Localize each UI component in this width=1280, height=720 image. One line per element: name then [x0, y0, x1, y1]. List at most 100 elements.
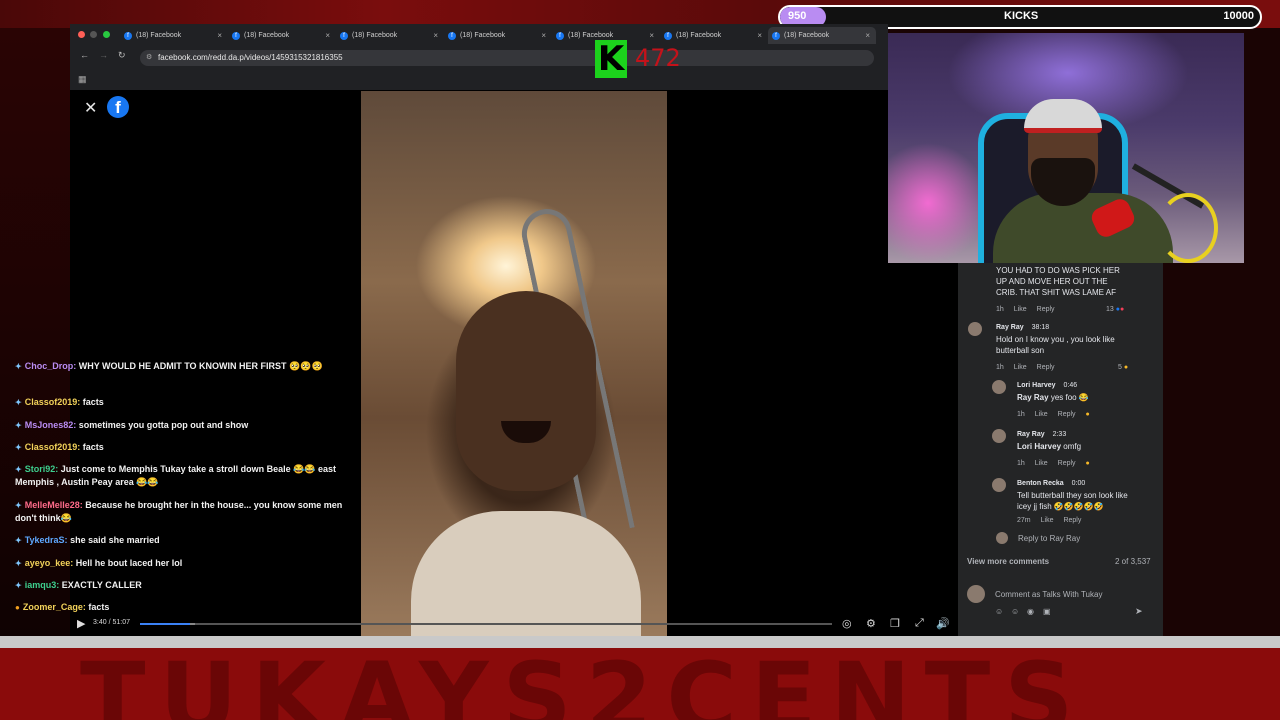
comment-actions: 27m Like Reply	[1017, 517, 1091, 524]
reply-link[interactable]: Reply	[1037, 364, 1055, 371]
avatar[interactable]	[968, 322, 982, 336]
mention[interactable]: Ray Ray	[1017, 393, 1049, 402]
avatar[interactable]	[992, 429, 1006, 443]
tab-facebook-2[interactable]: f (18) Facebook ×	[228, 27, 336, 44]
like-link[interactable]: Like	[1035, 411, 1048, 418]
back-arrow-icon[interactable]: ←	[80, 50, 89, 60]
reply-input[interactable]: Reply to Ray Ray	[1018, 534, 1080, 543]
mention[interactable]: Lori Harvey	[1017, 442, 1061, 451]
sticker-icon[interactable]: ☺	[995, 607, 1003, 616]
chat-text: Just come to Memphis Tukay take a stroll…	[15, 464, 337, 487]
haha-reaction-icon: ●	[1085, 460, 1090, 467]
gif-icon[interactable]: ▣	[1043, 607, 1051, 616]
comment-author[interactable]: Ray Ray 2:33	[1017, 431, 1066, 438]
chat-username: Choc_Drop:	[24, 361, 77, 371]
comment-author[interactable]: Ray Ray 38:18	[996, 324, 1049, 331]
reaction-count: 5 ●	[1118, 364, 1128, 371]
comment-input[interactable]: Comment as Talks With Tukay ☺ ☺ ◉ ▣ ➤	[990, 586, 1154, 622]
chat-username: Zoomer_Cage:	[22, 602, 86, 612]
window-close-dot[interactable]	[78, 31, 85, 38]
tab-facebook-4[interactable]: f (18) Facebook ×	[444, 27, 552, 44]
tab-label: (18) Facebook	[352, 32, 398, 39]
tab-facebook-active[interactable]: f (18) Facebook ×	[768, 27, 876, 44]
chat-message: ● Zoomer_Cage: facts	[15, 601, 360, 614]
comment-author[interactable]: Benton Recka 0:00	[1017, 480, 1085, 487]
facebook-favicon-icon: f	[340, 31, 348, 40]
tab-close-icon[interactable]: ×	[757, 31, 762, 40]
camera-icon[interactable]: ◉	[1027, 607, 1034, 616]
facebook-logo-icon[interactable]: f	[107, 96, 129, 118]
tab-close-icon[interactable]: ×	[217, 31, 222, 40]
haha-reaction-icon: ●	[1123, 364, 1129, 371]
picture-in-picture-icon[interactable]: ❐	[890, 617, 900, 630]
tab-close-icon[interactable]: ×	[541, 31, 546, 40]
tab-close-icon[interactable]: ×	[649, 31, 654, 40]
chat-message: ✦ TykedraS: she said she married	[15, 534, 360, 547]
comment-author[interactable]: Lori Harvey 0:46	[1017, 382, 1077, 389]
url-bar[interactable]: ⚙ facebook.com/redd.da.p/videos/14593153…	[140, 50, 874, 66]
comment-time: 1h	[996, 306, 1004, 313]
tab-label: (18) Facebook	[676, 32, 722, 39]
like-link[interactable]: Like	[1035, 460, 1048, 467]
window-zoom-dot[interactable]	[103, 31, 110, 38]
video-progress-bar[interactable]	[140, 623, 832, 625]
reply-link[interactable]: Reply	[1058, 411, 1076, 418]
chat-text: facts	[82, 442, 104, 452]
like-link[interactable]: Like	[1014, 306, 1027, 313]
kicks-current: 950	[788, 10, 807, 22]
reload-icon[interactable]: ↻	[118, 50, 126, 61]
chat-text: facts	[82, 397, 104, 407]
close-icon[interactable]: ✕	[84, 98, 97, 118]
fullscreen-icon[interactable]: ⤢	[915, 617, 924, 630]
volume-icon[interactable]: 🔊	[936, 617, 950, 630]
chat-message: ✦ Classof2019: facts	[15, 396, 360, 409]
video-frame[interactable]	[361, 91, 667, 636]
settings-gear-icon[interactable]: ⚙	[866, 617, 876, 630]
tab-facebook-3[interactable]: f (18) Facebook ×	[336, 27, 444, 44]
person-face	[456, 291, 596, 491]
chat-username: iamqu3:	[24, 580, 60, 590]
reply-link[interactable]: Reply	[1037, 306, 1055, 313]
like-link[interactable]: Like	[1041, 517, 1054, 524]
chat-badge-icon: ✦	[15, 421, 22, 430]
reply-link[interactable]: Reply	[1058, 460, 1076, 467]
tab-label: (18) Facebook	[784, 32, 830, 39]
reply-link[interactable]: Reply	[1063, 517, 1081, 524]
chat-username: MsJones82:	[24, 420, 77, 430]
chat-username: MelleMelle28:	[24, 500, 83, 510]
chat-username: Classof2019:	[24, 442, 81, 452]
view-more-comments-link[interactable]: View more comments	[967, 557, 1049, 566]
author-name: Lori Harvey	[1017, 382, 1056, 389]
captions-icon[interactable]: ◎	[842, 617, 852, 630]
comment-actions: 1h Like Reply	[996, 306, 1065, 313]
site-info-icon[interactable]: ⚙	[146, 53, 152, 61]
window-minimize-dot[interactable]	[90, 31, 97, 38]
reaction-count: 13 ●●	[1106, 306, 1124, 313]
tab-close-icon[interactable]: ×	[433, 31, 438, 40]
facebook-favicon-icon: f	[232, 31, 240, 40]
avatar	[967, 585, 985, 603]
chat-badge-icon: ✦	[15, 465, 22, 474]
comment-time: 1h	[996, 364, 1004, 371]
tab-close-icon[interactable]: ×	[325, 31, 330, 40]
address-bar-row: ← → ↻ ⚙ facebook.com/redd.da.p/videos/14…	[70, 48, 888, 68]
overlay-bottom-banner: TUKAYS2CENTS	[0, 648, 1280, 720]
send-icon[interactable]: ➤	[1135, 606, 1143, 617]
author-name: Ray Ray	[1017, 431, 1045, 438]
tab-facebook-6[interactable]: f (18) Facebook ×	[660, 27, 768, 44]
comment-text: Ray Ray yes foo 😂	[1017, 392, 1137, 403]
chat-badge-icon: ✦	[15, 501, 22, 510]
tab-close-icon[interactable]: ×	[865, 31, 870, 40]
tab-facebook-1[interactable]: f (18) Facebook ×	[120, 27, 228, 44]
avatar[interactable]	[992, 380, 1006, 394]
comment-actions: 1h Like Reply ●	[1017, 460, 1100, 467]
emoji-icon[interactable]: ☺	[1011, 607, 1019, 616]
author-name: Ray Ray	[996, 324, 1024, 331]
play-icon[interactable]: ▶	[77, 617, 85, 630]
avatar[interactable]	[992, 478, 1006, 492]
chat-message: ✦ MelleMelle28: Because he brought her in…	[15, 499, 360, 525]
like-link[interactable]: Like	[1014, 364, 1027, 371]
forward-arrow-icon[interactable]: →	[99, 50, 108, 60]
apps-grid-icon[interactable]: ▦	[78, 74, 87, 85]
streamer-body	[993, 193, 1173, 263]
